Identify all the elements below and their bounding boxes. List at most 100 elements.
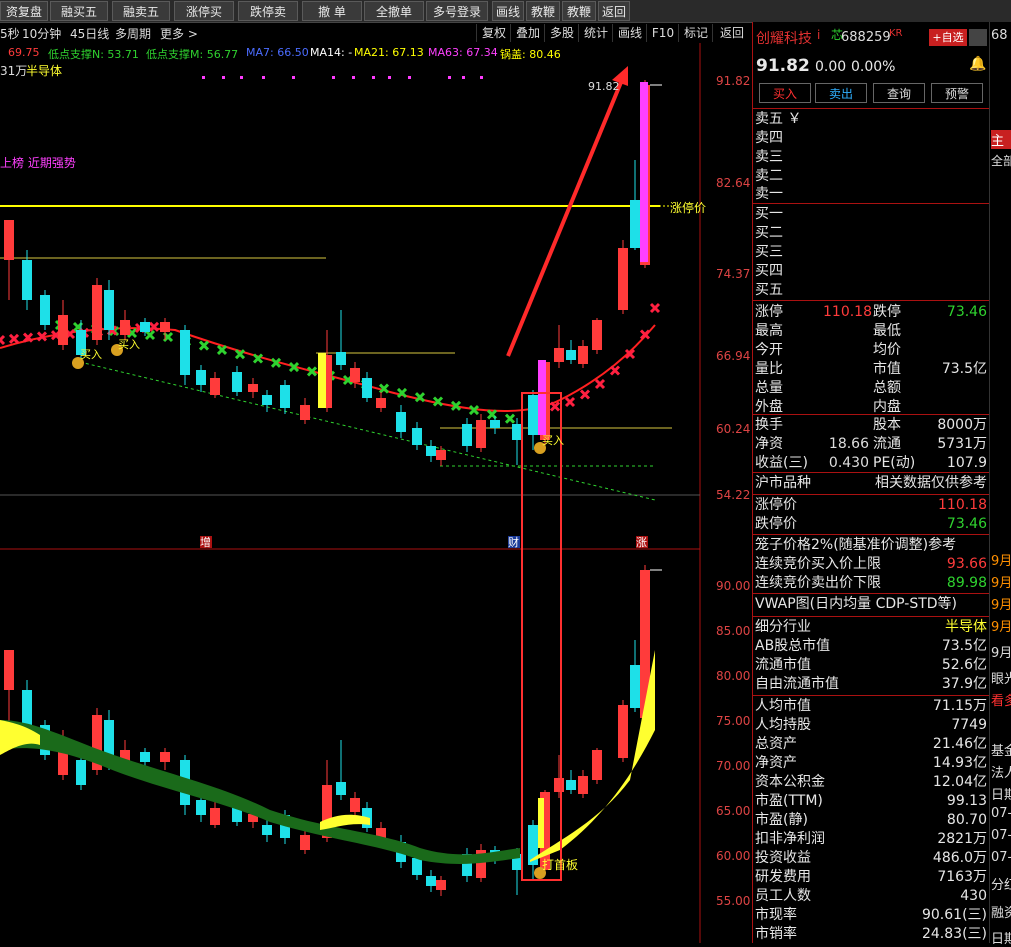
buy-level-4: 买四 [755,263,783,279]
side-item: 分红 [991,878,1011,893]
period-10m[interactable]: 10分钟 [22,25,61,42]
bell-icon[interactable]: 🔔 [969,56,986,72]
x-marker [549,401,561,412]
limit-up-buy-button[interactable]: 涨停买 [174,1,234,21]
market-label: 沪市品种 [755,475,811,491]
more-menu[interactable]: 更多 > [160,25,198,42]
cancel-all-button[interactable]: 全撤单 [364,1,424,21]
market-note: 相关数据仅供参考 [875,475,987,491]
buy-button[interactable]: 买入 [759,83,811,103]
buy-level-5: 买五 [755,282,783,298]
candle-body [232,372,242,392]
volume-label: 31万 [0,64,28,78]
candle-body [40,295,50,325]
stat-label: PE(动) [873,455,916,471]
candle-body [180,330,190,375]
stat-label: 人均持股 [755,717,811,733]
candle-body [490,420,500,428]
stat-value: 半导体 [945,619,987,635]
review-button[interactable]: 资复盘 [0,1,48,21]
side-date: 9月 [991,576,1011,591]
candle-body [262,825,272,835]
add-watchlist-button[interactable]: +自选 [929,29,967,46]
candle-body [566,350,576,360]
x-marker [432,396,444,407]
limit-down-sell-button[interactable]: 跌停卖 [238,1,298,21]
top-price-label: 91.82 [588,80,620,93]
stat-label: 总资产 [755,736,797,752]
vwap-label[interactable]: VWAP图(日内均量 CDP-STD等) [755,595,957,614]
limit-down-price: 73.46 [946,516,987,532]
axis-label: 91.82 [716,74,751,88]
alert-button[interactable]: 预警 [931,83,983,103]
stat-label: 市现率 [755,907,797,923]
info-icon[interactable]: i [817,28,820,42]
candle-body [592,750,602,780]
kline-chart[interactable] [0,43,752,943]
multi-stock-button[interactable]: 多股 [544,24,579,42]
back-button[interactable]: 返回 [598,1,630,21]
limit-label: 涨停价 [670,201,707,215]
overlay-button[interactable]: 叠加 [510,24,545,42]
margin-buy5-button[interactable]: 融买五 [50,1,108,21]
f10-button[interactable]: F10 [646,24,679,42]
axis-label: 60.24 [716,422,751,436]
side-item: 看多 [991,694,1011,709]
multi-period[interactable]: 多周期 [115,25,151,42]
tab-main[interactable]: 主 [991,130,1011,149]
axis-label: 54.22 [716,488,751,502]
sell-level-1: 卖一 [755,186,783,202]
cancel-order-button[interactable]: 撤 单 [302,1,362,21]
axis-label: 90.00 [716,579,751,593]
buy-signal-2: 买入 [118,338,140,351]
candle-body [436,450,446,460]
stat-label: 换手 [755,417,783,433]
stat-value: 12.04亿 [932,774,987,790]
stat-label: 今开 [755,342,783,358]
candle-body [436,880,446,890]
stat-value: 14.93亿 [932,755,987,771]
sell-level-4: 卖四 [755,130,783,146]
stat-value: 18.66 [828,436,869,452]
limit-up-value: 110.18 [823,304,872,320]
candle-body [140,752,150,762]
auction-buy-label: 连续竞价买入价上限 [755,556,881,572]
top-toolbar: 资复盘 融买五 融卖五 涨停买 跌停卖 撤 单 全撤单 多号登录 画线 教鞭A … [0,0,1011,39]
period-45d[interactable]: 45日线 [70,25,109,42]
pointer-a-button[interactable]: 教鞭A [526,1,560,39]
stats-button[interactable]: 统计 [578,24,613,42]
axis-label: 70.00 [716,759,751,773]
candle-body [566,780,576,790]
x-marker [8,333,20,344]
query-button[interactable]: 查询 [873,83,925,103]
stat-value: 21.46亿 [932,736,987,752]
pointer-b-button[interactable]: 教鞭B [562,1,596,39]
sell-level-2: 卖二 [755,168,783,184]
stat-value: 71.15万 [932,698,987,714]
mark-button[interactable]: 标记 [678,24,713,42]
limit-down-value: 73.46 [946,304,987,320]
limit-up-label: 涨停 [755,304,783,320]
sell-button[interactable]: 卖出 [815,83,867,103]
stat-label: 人均市值 [755,698,811,714]
menu-icon[interactable] [969,29,987,46]
stat-value: 0.430 [828,455,869,471]
adjust-button[interactable]: 复权 [476,24,511,42]
price-change-pct: 0.00% [851,59,896,75]
draw-line-button[interactable]: 画线 [492,1,524,21]
axis-label: 66.94 [716,349,751,363]
cage-price-note: 笼子价格2%(随基准价调整)参考 [755,537,957,553]
marker-zhang: 涨 [636,536,647,549]
tab-all[interactable]: 全部 [991,152,1011,169]
stat-value: 80.70 [946,812,987,828]
x-marker [0,334,6,346]
stat-label: 市盈(静) [755,812,808,828]
price-change: 0.00 [815,59,847,75]
margin-sell5-button[interactable]: 融卖五 [112,1,170,21]
multi-login-button[interactable]: 多号登录 [426,1,488,21]
return-button[interactable]: 返回 [712,24,751,42]
draw-button[interactable]: 画线 [612,24,647,42]
stat-label: 投资收益 [755,850,811,866]
period-5s[interactable]: 5秒 [0,25,20,42]
kr-badge: KR [889,28,903,39]
